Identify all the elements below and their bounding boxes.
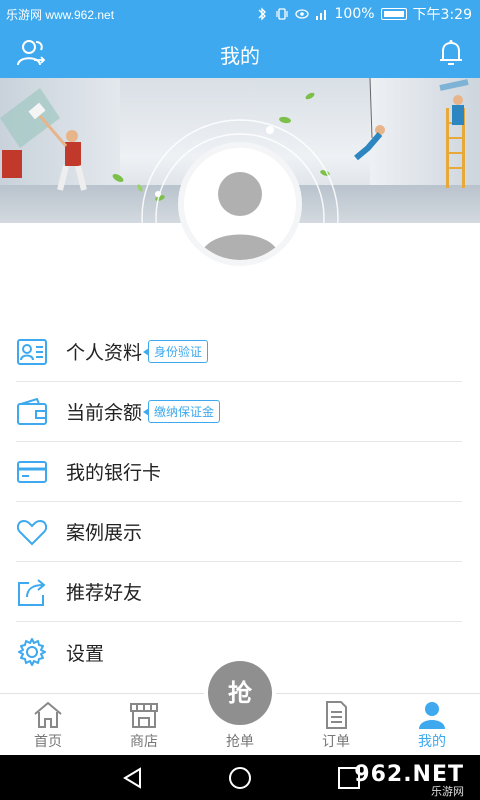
menu-item-profile[interactable]: 个人资料 身份验证 [16,322,462,382]
nav-orders[interactable]: 订单 [288,694,384,756]
menu-item-cases[interactable]: 案例展示 [16,502,462,562]
eye-icon [294,9,309,19]
bell-icon[interactable] [436,38,466,68]
nav-store[interactable]: 商店 [96,694,192,756]
bank-card-icon [16,456,48,488]
nav-label-grab-order: 抢单 [226,734,254,750]
watermark: 962.NET 乐游网 [334,759,474,798]
menu-item-balance[interactable]: 当前余额 缴纳保证金 [16,382,462,442]
nav-label-orders: 订单 [322,734,350,750]
menu-item-bank-card[interactable]: 我的银行卡 [16,442,462,502]
site-label: 乐游网 www.962.net [6,8,115,22]
home-icon [34,701,62,728]
store-icon [130,703,158,728]
signal-icon [315,10,326,20]
back-icon[interactable] [120,765,146,791]
status-icons: 100% 下午3:29 [255,4,472,24]
nav-label-mine: 我的 [418,734,446,750]
battery-icon [380,8,407,20]
app-header: 我的 [0,28,480,78]
default-avatar-icon [184,148,296,260]
bluetooth-icon [258,7,266,21]
menu-item-recommend[interactable]: 推荐好友 [16,562,462,622]
order-icon [326,701,347,729]
nav-label-store: 商店 [130,734,158,750]
status-bar: 乐游网 www.962.net 100% 下午3:29 [0,0,480,28]
menu-label-recommend: 推荐好友 [66,582,143,604]
wallet-icon [16,396,48,428]
id-card-icon [16,336,48,368]
menu-label-settings: 设置 [66,642,105,665]
avatar[interactable] [178,142,302,266]
heart-icon [16,516,48,548]
clock: 下午3:29 [412,7,472,23]
page-title: 我的 [220,44,260,68]
system-nav-bar: 962.NET 乐游网 [0,755,480,800]
menu-list: 个人资料 身份验证 当前余额 缴纳保证金 我的银行卡 案例展示 推荐好友 设置 [0,322,480,682]
menu-label-profile: 个人资料 [66,342,143,364]
nav-home[interactable]: 首页 [0,694,96,756]
menu-label-bank-card: 我的银行卡 [66,462,162,484]
share-icon [16,576,48,608]
nav-label-home: 首页 [34,734,62,750]
deposit-badge: 缴纳保证金 [143,400,221,423]
gear-icon [16,636,48,668]
watermark-sub: 乐游网 [431,785,464,798]
battery-percent: 100% [334,6,375,22]
user-icon [419,702,445,729]
home-circle-icon[interactable] [227,765,253,791]
vibrate-icon [275,8,288,20]
identity-verify-badge: 身份验证 [143,340,209,363]
nav-mine[interactable]: 我的 [384,694,480,756]
grab-order-button[interactable]: 抢 [208,661,272,725]
menu-label-cases: 案例展示 [66,522,143,544]
menu-label-balance: 当前余额 [66,402,143,424]
